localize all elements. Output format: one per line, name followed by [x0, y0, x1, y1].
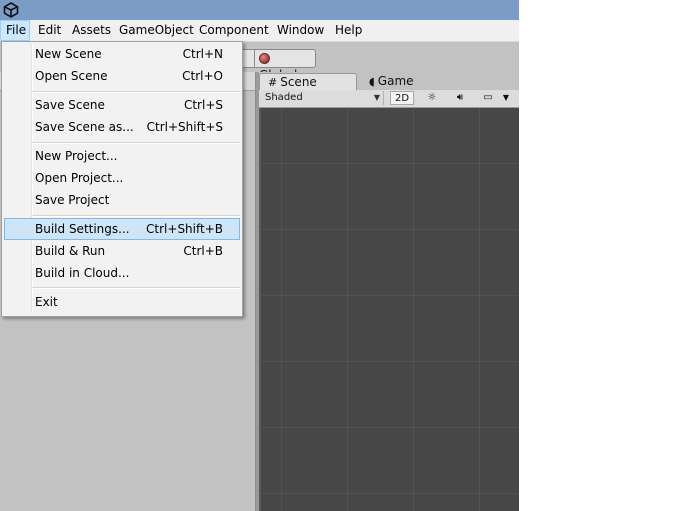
menu-assets[interactable]: Assets [67, 20, 116, 41]
menu-item-open-project[interactable]: Open Project... [4, 167, 240, 189]
2d-toggle-button[interactable]: 2D [390, 91, 414, 105]
menu-item-build-and-run[interactable]: Build & Run Ctrl+B [4, 240, 240, 262]
sun-icon[interactable]: ☼ [421, 91, 443, 105]
menu-item-label: New Scene [35, 47, 102, 61]
scene-view-canvas[interactable] [259, 108, 519, 511]
file-menu-dropdown: New Scene Ctrl+N Open Scene Ctrl+O Save … [1, 41, 243, 317]
scene-view-edge [259, 108, 261, 511]
menu-item-label: New Project... [35, 149, 118, 163]
menu-item-shortcut: Ctrl+S [183, 98, 223, 112]
dropdown-arrow-icon: ▼ [373, 93, 380, 102]
menu-file[interactable]: File [0, 20, 30, 41]
menu-separator [32, 287, 240, 289]
menu-item-save-scene-as[interactable]: Save Scene as... Ctrl+Shift+S [4, 116, 240, 138]
scene-grid-icon: # [268, 76, 278, 89]
menu-component[interactable]: Component [194, 20, 274, 41]
tab-game[interactable]: ◖ Game [367, 73, 447, 90]
menu-item-label: Save Scene as... [35, 120, 134, 134]
menu-item-save-scene[interactable]: Save Scene Ctrl+S [4, 94, 240, 116]
globe-icon [259, 53, 270, 64]
menu-item-save-project[interactable]: Save Project [4, 189, 240, 211]
menu-item-label: Save Scene [35, 98, 105, 112]
unity-editor-window: File Edit Assets GameObject Component Wi… [0, 0, 519, 511]
menu-item-shortcut: Ctrl+O [182, 69, 223, 83]
menu-item-build-in-cloud[interactable]: Build in Cloud... [4, 262, 240, 284]
menu-item-shortcut: Ctrl+N [182, 47, 223, 61]
menu-gameobject[interactable]: GameObject [114, 20, 199, 41]
menu-item-open-scene[interactable]: Open Scene Ctrl+O [4, 65, 240, 87]
tab-scene-label: Scene [280, 75, 317, 89]
menu-item-label: Build & Run [35, 244, 106, 258]
game-pacman-icon: ◖ [369, 75, 375, 88]
view-tab-bar: # Scene ◖ Game [259, 72, 519, 90]
title-bar [0, 0, 519, 20]
scene-toolbar: Shaded ▼ 2D ☼ 🔊︎ ▭ ▼ [259, 90, 519, 108]
image-icon[interactable]: ▭ [476, 91, 500, 105]
tab-game-label: Game [377, 74, 414, 88]
dropdown-arrow-icon[interactable]: ▼ [501, 91, 511, 105]
menu-item-shortcut: Ctrl+Shift+S [146, 120, 223, 134]
speaker-icon[interactable]: 🔊︎ [449, 91, 471, 105]
draw-mode-dropdown[interactable]: Shaded ▼ [265, 91, 384, 105]
menu-item-shortcut: Ctrl+B [183, 244, 223, 258]
unity-logo-icon [3, 2, 19, 18]
menu-item-shortcut: Ctrl+Shift+B [146, 222, 223, 236]
menu-item-new-scene[interactable]: New Scene Ctrl+N [4, 43, 240, 65]
menu-item-label: Build Settings... [35, 222, 130, 236]
global-toggle-button[interactable]: Global [254, 49, 316, 82]
menu-window[interactable]: Window [272, 20, 329, 41]
menu-separator [32, 142, 240, 144]
tab-scene[interactable]: # Scene [259, 73, 357, 90]
menu-item-label: Open Scene [35, 69, 108, 83]
menu-separator [32, 215, 240, 217]
menu-separator [32, 91, 240, 93]
menu-item-new-project[interactable]: New Project... [4, 145, 240, 167]
menu-item-label: Exit [35, 295, 58, 309]
draw-mode-label: Shaded [265, 92, 303, 103]
menu-edit[interactable]: Edit [33, 20, 66, 41]
menu-item-exit[interactable]: Exit [4, 291, 240, 313]
menu-item-label: Save Project [35, 193, 110, 207]
menu-bar: File Edit Assets GameObject Component Wi… [0, 20, 519, 42]
menu-help[interactable]: Help [330, 20, 367, 41]
menu-item-build-settings[interactable]: Build Settings... Ctrl+Shift+B [4, 218, 240, 240]
menu-item-label: Build in Cloud... [35, 266, 130, 280]
2d-toggle-label: 2D [394, 93, 410, 104]
menu-item-label: Open Project... [35, 171, 124, 185]
